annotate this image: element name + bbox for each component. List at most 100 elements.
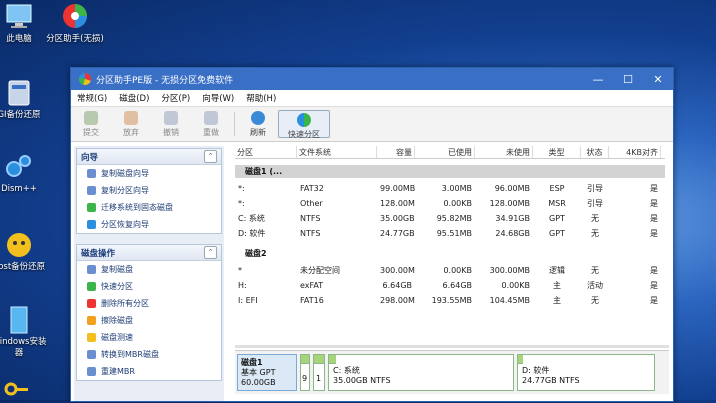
table-cell: 128.00MB xyxy=(380,199,415,208)
commit-button[interactable]: 提交 xyxy=(71,110,111,138)
table-cell: 6.64GB xyxy=(442,281,473,290)
table-row[interactable]: * 未分配空间 300.00MB 0.00KB 300.00MB 逻辑 无 是 xyxy=(235,263,665,278)
copy-disk-icon xyxy=(87,169,96,178)
desktop-icon-dism[interactable]: Dism++ xyxy=(0,152,50,195)
partition-desc: 24.77GB NTFS xyxy=(522,376,580,385)
refresh-button[interactable]: 刷新 xyxy=(238,110,278,138)
maximize-button[interactable]: ☐ xyxy=(613,73,643,86)
panel-title: 向导 xyxy=(81,152,99,163)
sidebar-item-label: 删除所有分区 xyxy=(101,299,149,308)
collapse-icon[interactable]: ⌃ xyxy=(204,246,217,259)
sidebar-item-delete-all[interactable]: 删除所有分区 xyxy=(77,295,221,312)
column-header[interactable]: 容量 xyxy=(377,146,415,158)
table-cell: 298.00MB xyxy=(380,296,415,305)
table-row[interactable]: H: exFAT 6.64GB 6.64GB 0.00KB 主 活动 是 xyxy=(235,278,665,293)
table-cell: 3.00MB xyxy=(441,184,472,193)
table-cell: FAT16 xyxy=(300,296,324,305)
sidebar-item-label: 复制磁盘 xyxy=(101,265,133,274)
menu-disk[interactable]: 磁盘(D) xyxy=(113,92,155,104)
table-row[interactable]: *: Other 128.00MB 0.00KB 128.00MB MSR 引导 是 xyxy=(235,196,665,211)
menu-help[interactable]: 帮助(H) xyxy=(240,92,282,104)
toolbar-label: 重做 xyxy=(203,127,219,137)
collapse-icon[interactable]: ⌃ xyxy=(204,150,217,163)
column-header[interactable]: 4KB对齐 xyxy=(609,146,661,158)
table-cell: I: EFI xyxy=(238,296,258,305)
windows-install-icon xyxy=(3,305,35,335)
app-window: 分区助手PE版 - 无损分区免费软件 — ☐ ✕ 常规(G) 磁盘(D) 分区(… xyxy=(70,67,674,402)
table-cell: FAT32 xyxy=(300,184,324,193)
table-cell: 无 xyxy=(591,296,599,305)
usage-fill xyxy=(301,355,309,364)
wizard-panel-header[interactable]: 向导 ⌃ xyxy=(77,149,221,165)
sidebar-item-rebuild-mbr[interactable]: 重建MBR xyxy=(77,363,221,380)
sidebar-item-migrate-os[interactable]: 迁移系统到固态磁盘 xyxy=(77,199,221,216)
table-cell: 无 xyxy=(591,266,599,275)
sidebar-item-wipe-disk[interactable]: 擦除磁盘 xyxy=(77,312,221,329)
sidebar-item-partition-recovery[interactable]: 分区恢复向导 xyxy=(77,216,221,233)
key-icon[interactable] xyxy=(4,378,30,403)
splitter-handle[interactable] xyxy=(235,345,669,348)
sidebar: 向导 ⌃ 复制磁盘向导 复制分区向导 迁移系统到固态磁盘 分区恢复向导 磁盘操作 ⌃… xyxy=(74,146,224,401)
speed-icon xyxy=(87,333,96,342)
toolbar-label: 刷新 xyxy=(250,127,266,137)
table-cell: C: 系统 xyxy=(238,214,265,223)
desktop-label: Windows安装器 xyxy=(0,337,47,358)
rebuild-icon xyxy=(87,367,96,376)
table-cell: 34.91GB xyxy=(495,214,530,223)
redo-button[interactable]: 重做 xyxy=(191,110,231,138)
desktop-label: host备份还原 xyxy=(0,262,46,272)
table-cell: 24.77GB xyxy=(380,229,415,238)
sidebar-item-copy-disk[interactable]: 复制磁盘 xyxy=(77,261,221,278)
sidebar-item-label: 磁盘测速 xyxy=(101,333,133,342)
menu-general[interactable]: 常规(G) xyxy=(71,92,113,104)
table-cell: 300.00MB xyxy=(489,266,530,275)
sidebar-item-label: 分区恢复向导 xyxy=(101,220,149,229)
table-cell: 引导 xyxy=(587,199,603,208)
partition-number: 1 xyxy=(316,374,322,383)
table-row[interactable]: *: FAT32 99.00MB 3.00MB 96.00MB ESP 引导 是 xyxy=(235,181,665,196)
column-header[interactable]: 未使用 xyxy=(475,146,533,158)
desktop-icon-partition[interactable]: 分区助手(无损) xyxy=(44,2,106,45)
table-cell: MSR xyxy=(548,199,566,208)
disk-group-header[interactable]: 磁盘1 (... xyxy=(235,165,665,178)
disk-group-header[interactable]: 磁盘2 xyxy=(235,247,665,260)
table-cell: D: 软件 xyxy=(238,229,266,238)
column-header[interactable]: 已使用 xyxy=(415,146,475,158)
table-cell: 是 xyxy=(650,199,658,208)
menu-wizard[interactable]: 向导(W) xyxy=(196,92,240,104)
sidebar-item-quick-partition[interactable]: 快速分区 xyxy=(77,278,221,295)
table-row[interactable]: D: 软件 NTFS 24.77GB 95.51MB 24.68GB GPT 无 是 xyxy=(235,226,665,241)
menu-partition[interactable]: 分区(P) xyxy=(155,92,196,104)
desktop-icon-windows-install[interactable]: Windows安装器 xyxy=(0,305,50,359)
sidebar-item-convert-mbr[interactable]: 转换到MBR磁盘 xyxy=(77,346,221,363)
column-header[interactable]: 分区 xyxy=(235,146,297,158)
sidebar-item-copy-disk-wizard[interactable]: 复制磁盘向导 xyxy=(77,165,221,182)
desktop-icon-ghost-restore[interactable]: host备份还原 xyxy=(0,230,50,273)
desktop-icon-ghost[interactable]: GI备份还原 xyxy=(0,78,50,121)
discard-button[interactable]: 放弃 xyxy=(111,110,151,138)
partition-block-c[interactable]: C: 系统 35.00GB NTFS xyxy=(328,354,514,391)
desktop-icon-pc[interactable]: 此电脑 xyxy=(0,2,50,45)
partition-block-msr[interactable]: 1 xyxy=(313,354,325,391)
quick-partition-button[interactable]: 快速分区 xyxy=(278,110,330,139)
pc-icon xyxy=(3,2,35,32)
column-header[interactable]: 文件系统 xyxy=(297,146,377,158)
column-header[interactable]: 类型 xyxy=(533,146,581,158)
close-button[interactable]: ✕ xyxy=(643,73,673,86)
redo-icon xyxy=(204,110,218,125)
table-row[interactable]: C: 系统 NTFS 35.00GB 95.82MB 34.91GB GPT 无 是 xyxy=(235,211,665,226)
column-header[interactable]: 状态 xyxy=(581,146,609,158)
disk-ops-panel-header[interactable]: 磁盘操作 ⌃ xyxy=(77,245,221,261)
partition-block-esp[interactable]: 9 xyxy=(300,354,310,391)
title-bar[interactable]: 分区助手PE版 - 无损分区免费软件 — ☐ ✕ xyxy=(71,68,673,90)
table-row[interactable]: I: EFI FAT16 298.00MB 193.55MB 104.45MB 主 无 是 xyxy=(235,293,665,308)
sidebar-item-disk-speed[interactable]: 磁盘测速 xyxy=(77,329,221,346)
sidebar-item-label: 快速分区 xyxy=(101,282,133,291)
disk-info-block[interactable]: 磁盘1 基本 GPT 60.00GB xyxy=(237,354,297,391)
wipe-icon xyxy=(87,316,96,325)
undo-button[interactable]: 撤销 xyxy=(151,110,191,138)
partition-block-d[interactable]: D: 软件 24.77GB NTFS xyxy=(517,354,655,391)
disk-type: 基本 GPT xyxy=(241,368,276,377)
sidebar-item-copy-partition-wizard[interactable]: 复制分区向导 xyxy=(77,182,221,199)
minimize-button[interactable]: — xyxy=(583,73,613,86)
